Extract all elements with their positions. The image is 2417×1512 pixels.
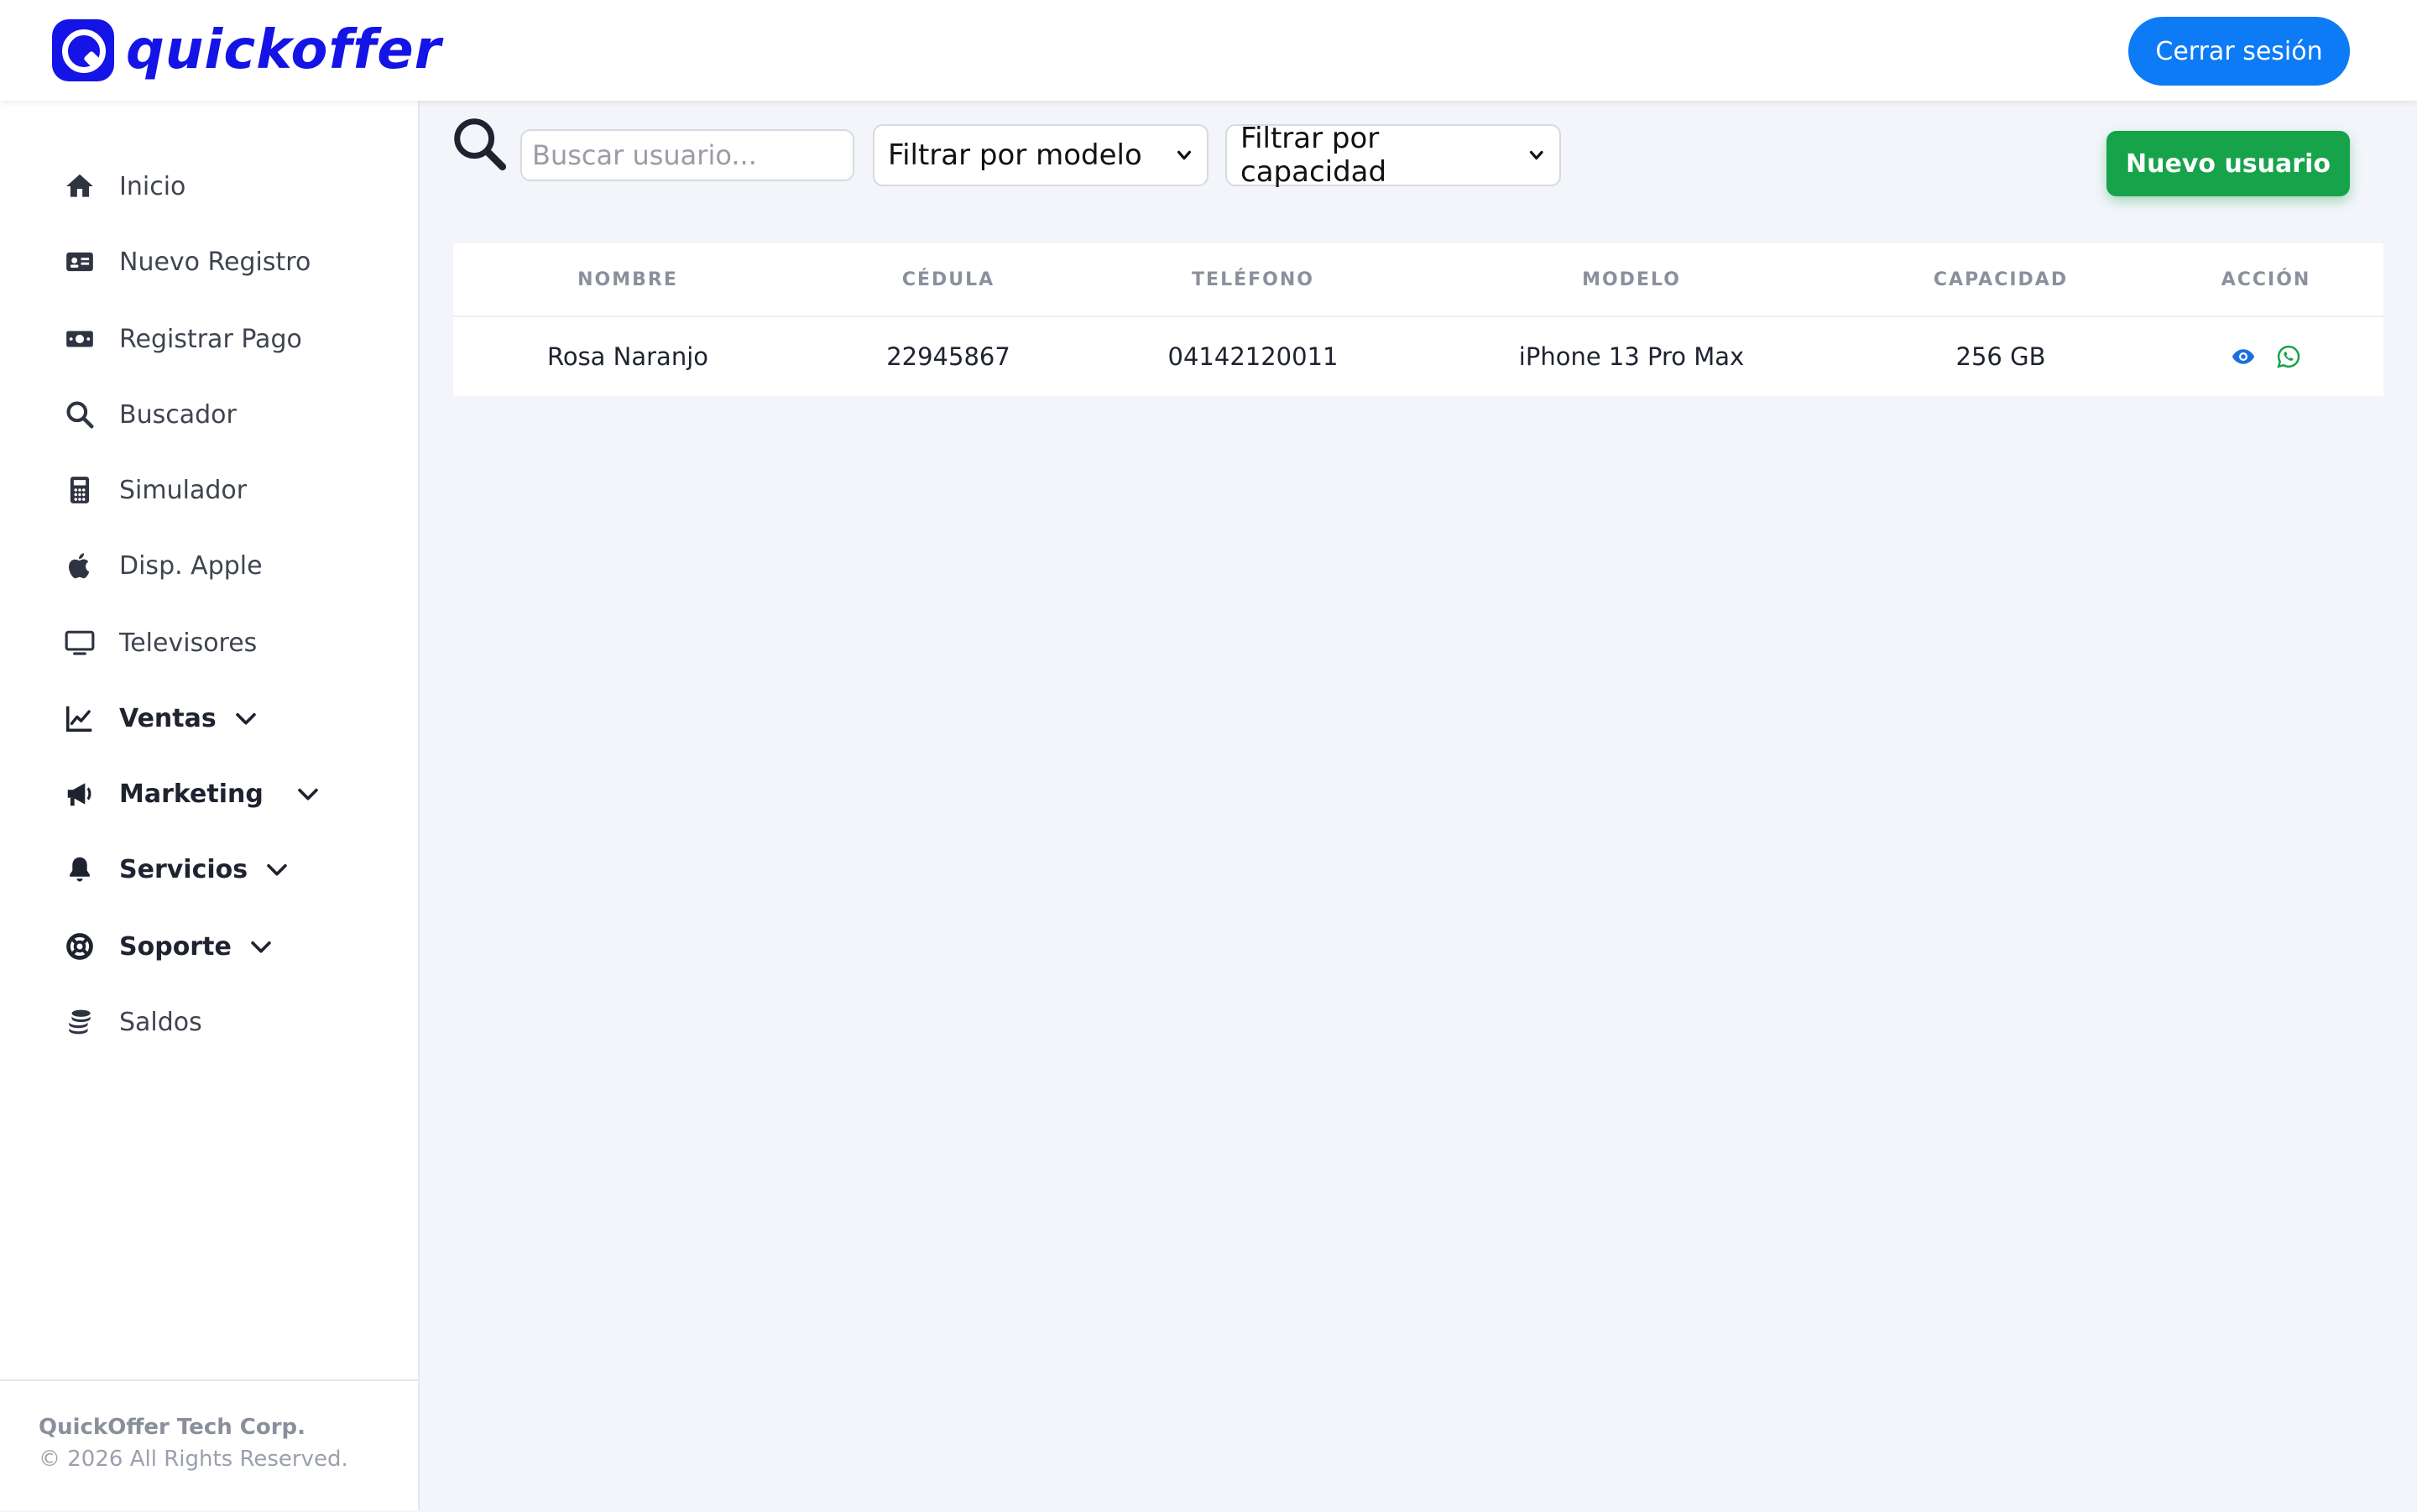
sidebar-item-label: Televisores	[119, 628, 258, 658]
logo-mark-icon	[52, 19, 114, 81]
table-row: Rosa Naranjo 22945867 04142120011 iPhone…	[453, 317, 2383, 396]
whatsapp-icon[interactable]	[2276, 344, 2301, 369]
sidebar-item-servicios[interactable]: Servicios	[62, 844, 291, 894]
brand-name: quickoffer	[126, 19, 442, 81]
sidebar-item-label: Registrar Pago	[119, 324, 302, 354]
sidebar-item-label: Disp. Apple	[119, 550, 263, 581]
chevron-down-icon[interactable]	[247, 932, 275, 961]
chevron-down-icon[interactable]	[294, 779, 322, 808]
column-header-nombre: NOMBRE	[577, 269, 678, 290]
sidebar-item-disp-apple[interactable]: Disp. Apple	[62, 540, 263, 591]
column-header-cedula: CÉDULA	[901, 269, 995, 290]
id-card-icon	[62, 244, 97, 279]
eye-icon[interactable]	[2231, 344, 2256, 369]
cell-actions	[2221, 317, 2311, 396]
new-user-button[interactable]: Nuevo usuario	[2106, 131, 2350, 196]
sidebar-item-label: Servicios	[119, 854, 248, 884]
sidebar-item-saldos[interactable]: Saldos	[62, 997, 202, 1047]
top-bar: quickoffer Cerrar sesión	[0, 0, 2417, 101]
sidebar-item-label: Saldos	[119, 1007, 202, 1037]
sidebar-item-marketing[interactable]: Marketing	[62, 769, 322, 819]
sidebar-item-buscador[interactable]: Buscador	[62, 389, 237, 440]
cell-nombre: Rosa Naranjo	[546, 342, 709, 371]
search-icon	[62, 397, 97, 432]
sidebar-item-label: Nuevo Registro	[119, 247, 311, 277]
logout-button[interactable]: Cerrar sesión	[2128, 17, 2350, 86]
search-icon[interactable]	[450, 114, 509, 173]
lifebuoy-icon	[62, 929, 97, 964]
coins-icon	[62, 1004, 97, 1040]
sidebar-item-nuevo-registro[interactable]: Nuevo Registro	[62, 237, 311, 287]
tv-icon	[62, 625, 97, 660]
sidebar-item-registrar-pago[interactable]: Registrar Pago	[62, 314, 302, 364]
sidebar-item-soporte[interactable]: Soporte	[62, 921, 275, 972]
chevron-down-icon[interactable]	[232, 704, 260, 733]
sidebar-item-label: Ventas	[119, 703, 217, 733]
cell-cedula: 22945867	[886, 342, 1010, 371]
column-header-modelo: MODELO	[1582, 269, 1681, 290]
sidebar-item-label: Simulador	[119, 475, 248, 505]
search-input[interactable]	[520, 129, 854, 181]
cell-capacidad: 256 GB	[1955, 342, 2046, 371]
filter-capacity-select[interactable]: Filtrar por capacidad	[1225, 122, 1561, 189]
calculator-icon	[62, 472, 97, 508]
bell-icon	[62, 852, 97, 887]
chart-line-icon	[62, 701, 97, 736]
sidebar-item-ventas[interactable]: Ventas	[62, 693, 260, 743]
column-header-accion: ACCIÓN	[2221, 269, 2311, 290]
column-header-telefono: TELÉFONO	[1192, 269, 1314, 290]
copyright-text: © 2026 All Rights Reserved.	[39, 1447, 348, 1472]
brand-logo[interactable]: quickoffer	[52, 18, 441, 82]
cell-modelo: iPhone 13 Pro Max	[1518, 342, 1745, 371]
sidebar-item-label: Soporte	[119, 931, 232, 962]
sidebar: Inicio Nuevo Registro Registrar Pago Bus…	[0, 101, 420, 1510]
column-header-capacidad: CAPACIDAD	[1933, 269, 2069, 290]
chevron-down-icon	[1530, 150, 1544, 160]
home-icon	[62, 169, 97, 204]
table-header: NOMBRE CÉDULA TELÉFONO MODELO CAPACIDAD …	[453, 243, 2383, 317]
filter-model-select[interactable]: Filtrar por modelo	[873, 124, 1208, 186]
sidebar-item-inicio[interactable]: Inicio	[62, 161, 185, 211]
sidebar-item-label: Inicio	[119, 171, 186, 201]
filter-capacity-value: Filtrar por capacidad	[1240, 122, 1387, 189]
company-name: QuickOffer Tech Corp.	[39, 1415, 306, 1440]
apple-icon	[62, 548, 97, 583]
megaphone-icon	[62, 776, 97, 811]
money-icon	[62, 321, 97, 357]
cell-telefono: 04142120011	[1167, 342, 1339, 371]
chevron-down-icon[interactable]	[263, 855, 291, 884]
sidebar-footer: QuickOffer Tech Corp. © 2026 All Rights …	[0, 1379, 418, 1512]
users-table: NOMBRE CÉDULA TELÉFONO MODELO CAPACIDAD …	[453, 243, 2383, 396]
chevron-down-icon	[1177, 150, 1192, 160]
sidebar-item-simulador[interactable]: Simulador	[62, 465, 247, 515]
sidebar-item-label: Buscador	[119, 399, 237, 430]
filter-model-value: Filtrar por modelo	[888, 138, 1142, 172]
sidebar-item-label: Marketing	[119, 779, 264, 809]
sidebar-item-televisores[interactable]: Televisores	[62, 618, 257, 668]
